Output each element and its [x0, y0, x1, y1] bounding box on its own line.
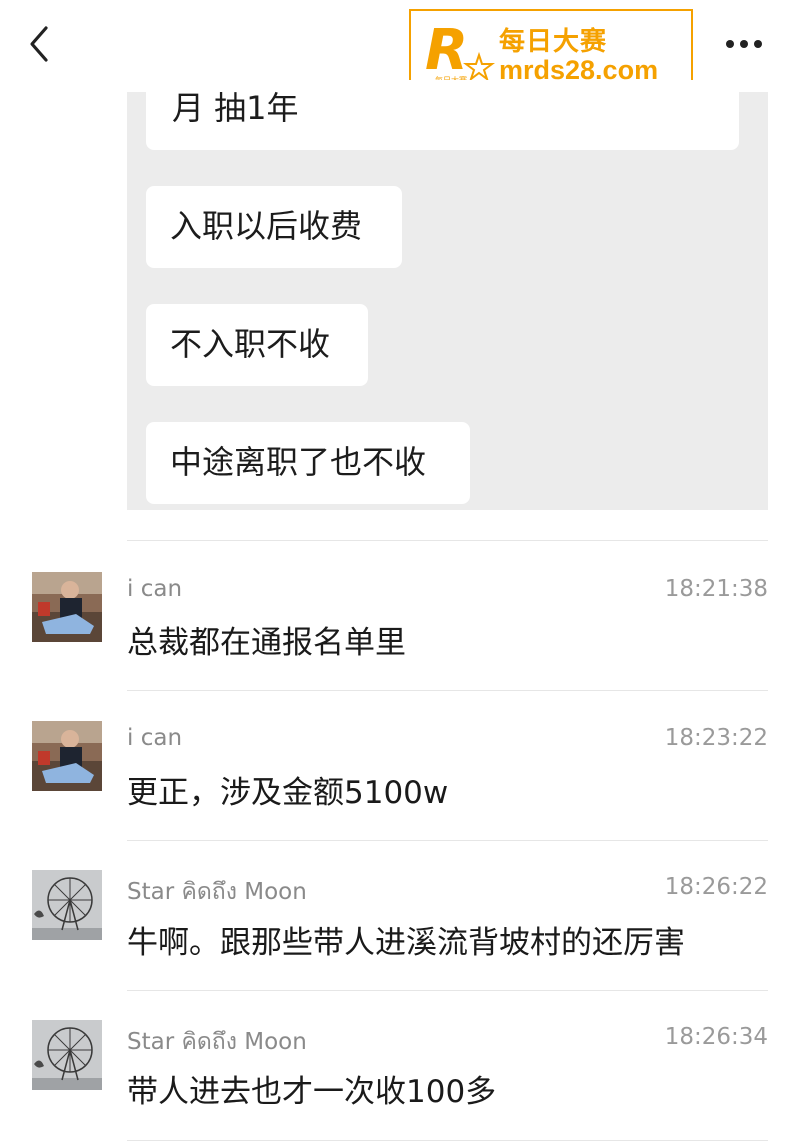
avatar-i-can[interactable]	[32, 721, 102, 791]
more-dots-icon	[726, 40, 762, 48]
message-divider	[127, 840, 768, 841]
message-text[interactable]: 牛啊。跟那些带人进溪流背坡村的还厉害	[127, 917, 685, 962]
back-button[interactable]	[18, 20, 66, 68]
avatar-photo-icon	[32, 721, 102, 791]
message-time: 18:26:34	[664, 1024, 768, 1050]
message-text[interactable]: 带人进去也才一次收100多	[127, 1066, 496, 1111]
message-time: 18:23:22	[664, 725, 768, 751]
quoted-message: 月 抽1年	[146, 80, 739, 150]
avatar-ferris-wheel-icon	[32, 870, 102, 940]
chevron-left-icon	[30, 26, 48, 62]
sender-name: i can	[127, 576, 183, 602]
message-text[interactable]: 总裁都在通报名单里	[127, 617, 406, 662]
avatar-star-moon[interactable]	[32, 870, 102, 940]
message-text[interactable]: 更正，涉及金额5100w	[127, 767, 448, 812]
message-time: 18:21:38	[664, 576, 768, 602]
quoted-message: 入职以后收费	[146, 186, 402, 268]
message-divider	[127, 690, 768, 691]
avatar-star-moon[interactable]	[32, 1020, 102, 1090]
avatar-ferris-wheel-icon	[32, 1020, 102, 1090]
more-button[interactable]	[716, 22, 776, 66]
top-nav-bar: R 每日大赛 每日大赛 mrds28.com	[0, 0, 800, 97]
logo-letter: R	[425, 18, 468, 83]
message-divider	[127, 990, 768, 991]
quoted-message: 不入职不收	[146, 304, 368, 386]
message-divider	[127, 1140, 768, 1141]
sender-name: Star คิดถึง Moon	[127, 1029, 307, 1055]
logo-title: 每日大赛	[499, 27, 608, 57]
quoted-message: 中途离职了也不收	[146, 422, 470, 504]
sender-name: i can	[127, 725, 183, 751]
avatar-i-can[interactable]	[32, 572, 102, 642]
avatar-photo-icon	[32, 572, 102, 642]
sender-name: Star คิดถึง Moon	[127, 879, 307, 905]
message-time: 18:26:22	[664, 874, 768, 900]
message-divider	[127, 540, 768, 541]
